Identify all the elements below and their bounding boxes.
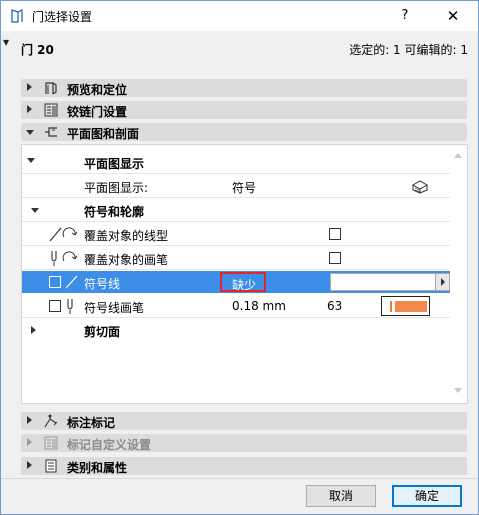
section-label: 标记自定义设置: [67, 438, 152, 452]
row-value[interactable]: 符号: [232, 179, 256, 196]
row-label: 平面图显示:: [84, 181, 149, 195]
line-icon: [65, 275, 78, 289]
window-title: 门选择设置: [32, 10, 93, 24]
footer-divider: [1, 478, 478, 479]
line-arrow-icon: [49, 227, 78, 242]
chevron-right-icon[interactable]: [435, 274, 449, 290]
override-pen-checkbox[interactable]: [329, 252, 341, 264]
section-preview[interactable]: 预览和定位: [21, 79, 467, 97]
collapse-icon: [27, 158, 35, 163]
expand-icon: [27, 416, 32, 424]
linetype-value[interactable]: 缺少: [220, 272, 266, 292]
row-label: 覆盖对象的线型: [84, 229, 169, 243]
section-category[interactable]: 类别和属性: [21, 457, 467, 475]
3d-box-icon[interactable]: [411, 178, 429, 194]
expand-icon: [27, 438, 32, 446]
ok-button[interactable]: 确定: [392, 485, 462, 507]
title-bar: 门选择设置 ? ✕: [1, 1, 478, 31]
row-symbol-pen[interactable]: 符号线画笔 0.18 mm 63: [22, 295, 450, 317]
panel-scrollbar[interactable]: [450, 145, 467, 403]
collapse-icon: [31, 208, 39, 213]
section-label: 平面图和剖面: [67, 127, 140, 141]
dimension-marker-icon: [44, 414, 58, 428]
row-symbol-line[interactable]: 符号线 缺少: [22, 271, 450, 293]
pen-arrow-icon: [51, 251, 78, 266]
pen-color-swatch[interactable]: [381, 296, 430, 316]
group-label: 平面图显示: [84, 157, 145, 171]
header-row: 门 20 选定的: 1 可编辑的: 1: [21, 41, 468, 59]
symbol-line-checkbox[interactable]: [49, 276, 61, 288]
floor-plan-panel: 平面图显示 平面图显示: 符号 符号和轮廓 覆盖对象的线型 覆盖对象的画笔 符号…: [21, 144, 468, 404]
divider: [22, 317, 450, 318]
app-icon: [11, 9, 23, 23]
row-label: 覆盖对象的画笔: [84, 253, 169, 267]
pen-weight-value: 0.18 mm: [232, 299, 286, 313]
pen-number[interactable]: 63: [327, 299, 342, 313]
section-custom-marker: 标记自定义设置: [21, 434, 467, 452]
pen-swatch-mark: [390, 301, 392, 312]
section-label: 预览和定位: [67, 83, 128, 97]
pen-icon: [67, 299, 73, 314]
category-icon: [45, 459, 57, 473]
section-floor-plan[interactable]: 平面图和剖面: [21, 123, 467, 141]
pen-swatch-fill: [395, 301, 427, 312]
expand-icon: [27, 105, 32, 113]
group-cut-surface[interactable]: 剪切面: [22, 319, 450, 341]
scroll-down-icon[interactable]: [454, 388, 462, 393]
collapse-marker-icon[interactable]: ▼: [3, 38, 9, 47]
row-label: 符号线画笔: [84, 301, 145, 315]
section-label: 标注标记: [67, 416, 116, 430]
section-hinge[interactable]: 铰链门设置: [21, 101, 467, 119]
hinge-door-icon: [44, 103, 58, 117]
group-floor-plan-display[interactable]: 平面图显示: [22, 151, 450, 173]
section-label: 类别和属性: [67, 461, 128, 475]
divider: [22, 245, 450, 246]
expand-icon: [27, 461, 32, 469]
row-floor-plan-display[interactable]: 平面图显示: 符号: [22, 175, 450, 197]
divider: [22, 221, 450, 222]
close-button[interactable]: ✕: [441, 5, 465, 27]
expand-icon: [27, 83, 32, 91]
group-label: 剪切面: [84, 325, 121, 339]
row-label: 符号线: [84, 277, 121, 291]
selection-info: 选定的: 1 可编辑的: 1: [349, 43, 468, 57]
cancel-button[interactable]: 取消: [306, 485, 376, 507]
divider: [22, 197, 450, 198]
row-override-linetype[interactable]: 覆盖对象的线型: [22, 223, 450, 245]
row-override-pen[interactable]: 覆盖对象的画笔: [22, 247, 450, 269]
collapse-icon: [26, 130, 34, 135]
expand-icon: [31, 326, 36, 334]
custom-marker-icon: [44, 436, 58, 450]
floor-plan-icon: [45, 127, 57, 137]
section-dimension-marker[interactable]: 标注标记: [21, 412, 467, 430]
section-label: 铰链门设置: [67, 105, 128, 119]
element-name: 门 20: [21, 43, 54, 57]
divider: [22, 173, 450, 174]
linetype-dropdown[interactable]: [330, 273, 450, 291]
help-button[interactable]: ?: [393, 5, 417, 27]
scroll-up-icon[interactable]: [454, 153, 462, 158]
symbol-pen-checkbox[interactable]: [49, 300, 61, 312]
dialog-window: 门选择设置 ? ✕ ▼ 门 20 选定的: 1 可编辑的: 1 预览和定位 铰链…: [0, 0, 479, 515]
divider: [22, 269, 450, 270]
group-label: 符号和轮廓: [84, 205, 145, 219]
group-symbol-outline[interactable]: 符号和轮廓: [22, 199, 450, 221]
override-linetype-checkbox[interactable]: [329, 228, 341, 240]
preview-icon: [45, 82, 57, 95]
